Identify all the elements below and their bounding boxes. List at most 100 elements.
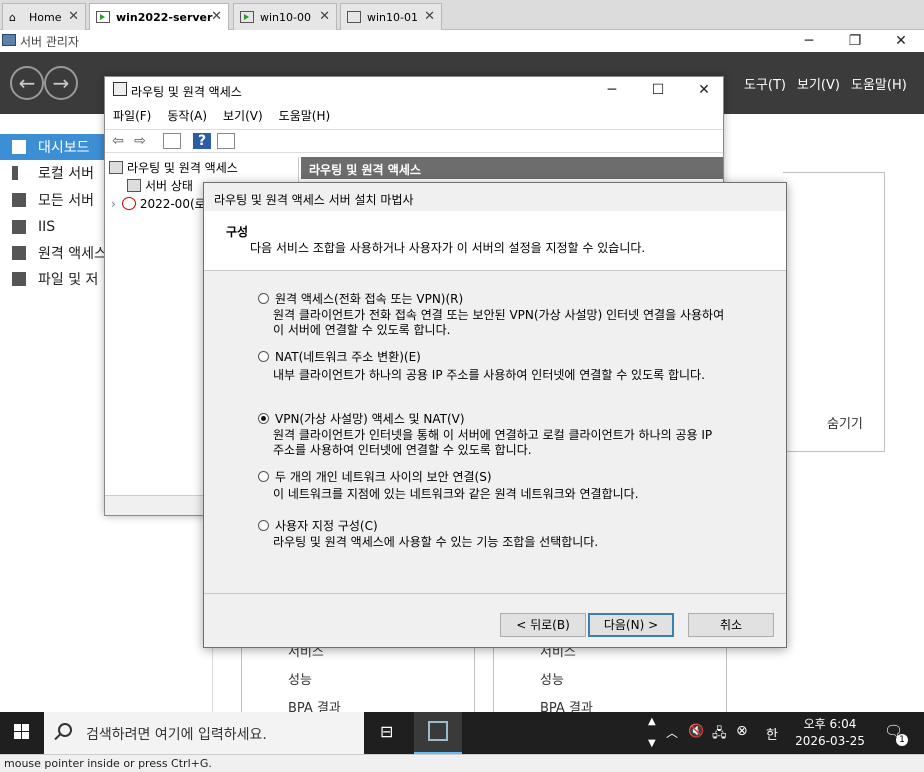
option-vpn-and-nat[interactable]: VPN(가상 사설망) 액세스 및 NAT(V) [258, 410, 465, 427]
taskbar-rra-app[interactable] [414, 712, 462, 754]
option-desc-line: 원격 클라이언트가 전화 접속 연결 또는 보안된 VPN(가상 사설망) 인터… [273, 308, 725, 322]
server-manager-titlebar: 서버 관리자 ─ ❐ ✕ [0, 30, 924, 52]
home-icon: ⌂ [9, 11, 16, 24]
welcome-tile: 숨기기 [783, 172, 885, 452]
tree-server-node[interactable]: › 2022-00(로 [111, 195, 206, 212]
network-error-icon[interactable]: ⊗ [736, 723, 748, 739]
tile-performance[interactable]: 성능 [288, 669, 312, 688]
windows-logo-icon [14, 724, 29, 739]
tree-label: 2022-00(로 [139, 197, 206, 211]
option-label: VPN(가상 사설망) 액세스 및 NAT(V) [275, 412, 465, 426]
vm-tab-win10-00[interactable]: win10-00 ✕ [233, 3, 337, 30]
minimize-button[interactable]: ─ [786, 30, 832, 52]
back-arrow-icon[interactable]: ⇦ [109, 133, 127, 149]
tree-server-status[interactable]: 서버 상태 [127, 177, 193, 194]
close-button[interactable]: ✕ [681, 79, 727, 101]
option-remote-access[interactable]: 원격 액세스(전화 접속 또는 VPN)(R) [258, 290, 463, 307]
forward-arrow-icon[interactable]: ⇨ [131, 133, 149, 149]
show-hide-tree-icon[interactable] [163, 133, 181, 149]
server-manager-icon [2, 34, 16, 46]
properties-icon[interactable] [217, 133, 235, 149]
vm-tab-win10-01[interactable]: win10-01 ✕ [340, 3, 442, 30]
menu-tools[interactable]: 도구(T) [744, 74, 786, 93]
rra-app-icon [113, 82, 127, 96]
menu-file[interactable]: 파일(F) [105, 105, 159, 125]
close-icon[interactable]: ✕ [211, 9, 222, 24]
server-status-icon [127, 179, 141, 192]
hide-link[interactable]: 숨기기 [827, 413, 863, 432]
taskbar-search-box[interactable]: 검색하려면 여기에 입력하세요. [44, 712, 364, 754]
radio-button[interactable] [258, 351, 269, 362]
option-desc-line: 원격 클라이언트가 인터넷을 통해 이 서버에 연결하고 로컬 클라이언트가 하… [273, 428, 713, 442]
forward-icon[interactable]: → [44, 66, 78, 100]
menu-view[interactable]: 보기(V) [215, 105, 271, 125]
menu-help[interactable]: 도움말(H) [851, 74, 907, 93]
nav-label: 로컬 서버 [38, 166, 94, 182]
start-button[interactable] [0, 712, 44, 754]
tab-label: win10-00 [260, 10, 311, 24]
menu-action[interactable]: 동작(A) [159, 105, 215, 125]
scroll-up-icon[interactable]: ▲ [648, 716, 656, 727]
tray-chevron-icon[interactable]: ︿ [666, 724, 678, 741]
back-icon[interactable]: ← [10, 66, 44, 100]
vm-tab-win2022-server[interactable]: win2022-server ✕ [89, 3, 229, 30]
wizard-title: 라우팅 및 원격 액세스 서버 설치 마법사 [214, 193, 414, 207]
vm-status-text: mouse pointer inside or press Ctrl+G. [4, 757, 212, 770]
tree-root[interactable]: 라우팅 및 원격 액세스 [109, 159, 238, 176]
close-icon[interactable]: ✕ [424, 9, 435, 24]
close-icon[interactable]: ✕ [319, 9, 330, 24]
close-icon[interactable]: ✕ [68, 9, 79, 24]
vm-status-bar: mouse pointer inside or press Ctrl+G. [0, 754, 924, 772]
task-view-icon[interactable]: ⊟ [380, 722, 393, 741]
clock[interactable]: 오후 6:04 2026-03-25 [790, 716, 870, 750]
rra-toolbar: ⇦ ⇨ ? [105, 129, 723, 153]
tab-label: win2022-server [116, 10, 213, 24]
nav-label: IIS [38, 219, 56, 235]
option-desc-line: 이 서버에 연결할 수 있도록 합니다. [273, 323, 451, 337]
maximize-button[interactable]: ☐ [635, 79, 681, 101]
option-nat[interactable]: NAT(네트워크 주소 변환)(E) [258, 348, 421, 365]
radio-button[interactable] [258, 471, 269, 482]
nav-label: 대시보드 [38, 140, 90, 156]
menu-help[interactable]: 도움말(H) [271, 105, 339, 125]
wizard-separator [204, 593, 786, 594]
server-icon [12, 166, 18, 180]
option-desc-line: 주소를 사용하여 인터넷에 연결할 수 있도록 합니다. [273, 443, 532, 457]
vm-icon [347, 11, 361, 23]
option-label: NAT(네트워크 주소 변환)(E) [275, 350, 421, 364]
menu-view[interactable]: 보기(V) [797, 74, 840, 93]
option-desc-line: 내부 클라이언트가 하나의 공용 IP 주소를 사용하여 인터넷에 연결할 수 … [273, 368, 705, 382]
scroll-down-icon[interactable]: ▼ [648, 738, 656, 749]
volume-muted-icon[interactable]: 🔇 [688, 724, 704, 739]
network-icon[interactable]: 🖧 [712, 724, 727, 746]
radio-button[interactable] [258, 293, 269, 304]
ime-indicator[interactable]: 한 [766, 724, 778, 743]
radio-button[interactable] [258, 520, 269, 531]
option-secure-connection[interactable]: 두 개의 개인 네트워크 사이의 보안 연결(S) [258, 468, 492, 485]
tile-performance[interactable]: 성능 [540, 669, 564, 688]
close-button[interactable]: ✕ [878, 30, 924, 52]
servers-icon [12, 193, 26, 207]
back-button[interactable]: < 뒤로(B) [500, 613, 586, 637]
next-button[interactable]: 다음(N) > [588, 613, 674, 637]
option-custom[interactable]: 사용자 지정 구성(C) [258, 517, 378, 534]
rra-pane-header: 라우팅 및 원격 액세스 [301, 157, 723, 179]
tab-label: win10-01 [367, 10, 418, 24]
expand-chevron-icon[interactable]: › [111, 197, 116, 211]
option-label: 사용자 지정 구성(C) [275, 519, 378, 533]
tab-label: Home [29, 10, 62, 24]
cancel-button[interactable]: 취소 [688, 613, 774, 637]
nav-label: 원격 액세스 [38, 246, 107, 262]
option-description: 원격 클라이언트가 전화 접속 연결 또는 보안된 VPN(가상 사설망) 인터… [273, 308, 773, 338]
window-title: 라우팅 및 원격 액세스 [131, 85, 242, 99]
vm-tab-home[interactable]: ⌂ Home ✕ [2, 3, 86, 30]
minimize-button[interactable]: ─ [589, 79, 635, 101]
option-description: 원격 클라이언트가 인터넷을 통해 이 서버에 연결하고 로컬 클라이언트가 하… [273, 428, 773, 458]
help-icon[interactable]: ? [193, 133, 211, 149]
search-placeholder: 검색하려면 여기에 입력하세요. [86, 727, 267, 743]
wizard-heading: 구성 [226, 225, 249, 239]
option-desc-line: 라우팅 및 원격 액세스에 사용할 수 있는 기능 조합을 선택합니다. [273, 535, 599, 549]
maximize-button[interactable]: ❐ [832, 30, 878, 52]
radio-button-selected[interactable] [258, 413, 269, 424]
search-icon [58, 723, 72, 737]
